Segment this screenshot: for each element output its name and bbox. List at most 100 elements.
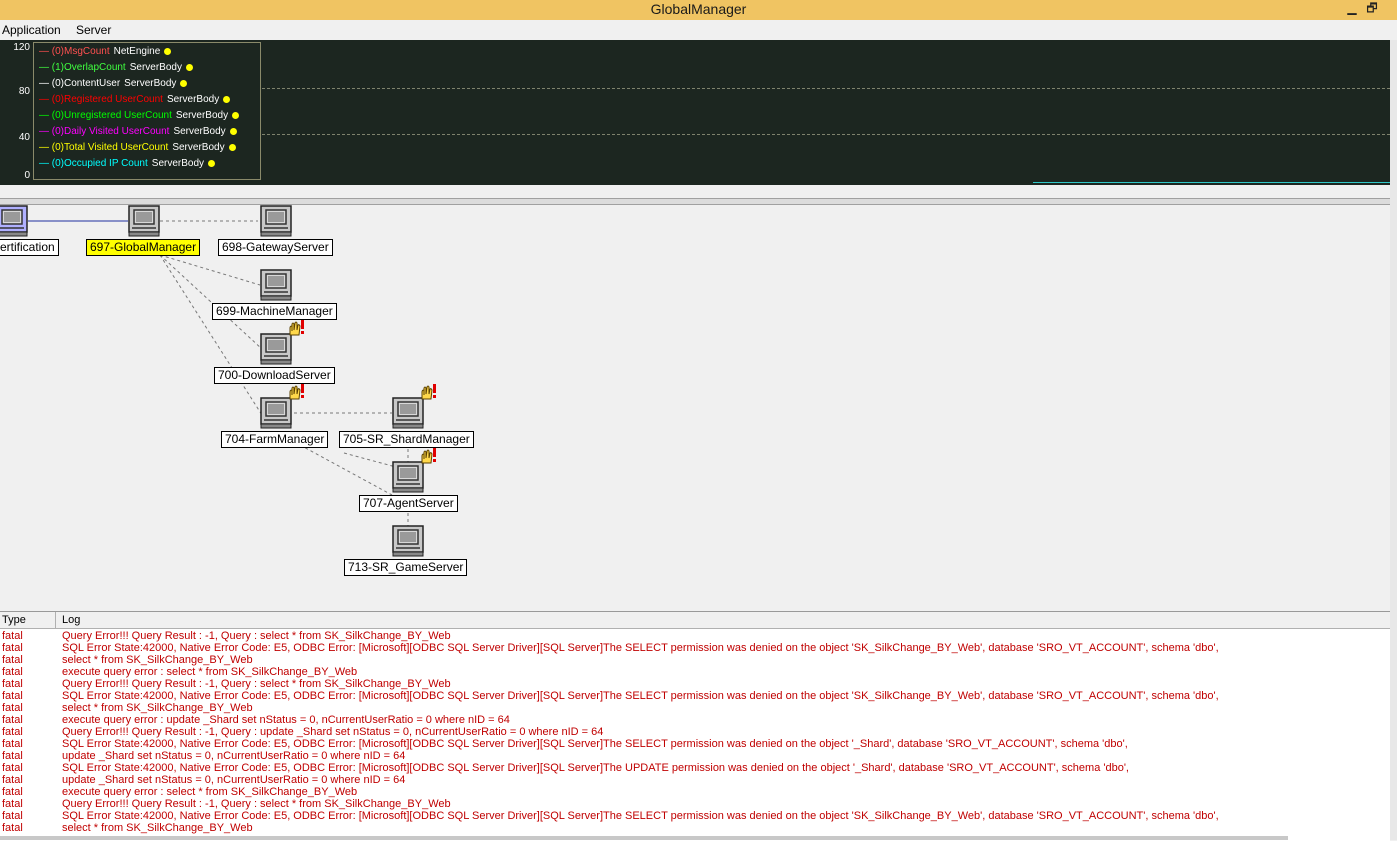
server-node-label[interactable]: 698-GatewayServer xyxy=(218,239,333,256)
log-header: Type Log xyxy=(0,612,1390,629)
menu-server[interactable]: Server xyxy=(76,23,111,37)
column-divider[interactable] xyxy=(55,612,56,628)
edge-gm-fm xyxy=(159,254,263,416)
legend-count: (1) xyxy=(51,62,65,73)
graph-legend: — (0)MsgCount NetEngine — (1)OverlapCount S… xyxy=(33,42,261,180)
server-computer-icon[interactable] xyxy=(260,269,292,301)
legend-source: ServerBody xyxy=(166,94,220,105)
legend-swatch: — xyxy=(39,142,52,153)
legend-label: Total Visited UserCount xyxy=(64,142,169,153)
log-row[interactable]: fatal select * from SK_SilkChange_BY_Web xyxy=(0,654,1390,666)
edge-gm-mm xyxy=(159,254,261,286)
log-message: SQL Error State:42000, Native Error Code… xyxy=(62,690,1219,702)
server-node-label[interactable]: 697-GlobalManager xyxy=(86,239,201,256)
legend-source: ServerBody xyxy=(175,110,229,121)
legend-swatch: — xyxy=(39,94,52,105)
alert-hand-icon xyxy=(289,384,304,400)
log-type: fatal xyxy=(2,642,23,654)
legend-item: — (1)OverlapCount ServerBody xyxy=(39,61,193,75)
legend-swatch: — xyxy=(39,126,52,137)
log-type: fatal xyxy=(2,630,23,642)
status-dot-icon xyxy=(228,143,236,151)
status-dot-icon xyxy=(232,111,240,119)
log-message: Query Error!!! Query Result : -1, Query … xyxy=(62,678,451,690)
legend-source: ServerBody xyxy=(151,158,205,169)
legend-swatch: — xyxy=(39,62,52,73)
log-row[interactable]: fatal select * from SK_SilkChange_BY_Web xyxy=(0,702,1390,714)
log-row[interactable]: fatal execute query error : select * from… xyxy=(0,666,1390,678)
server-node-label[interactable]: 700-DownloadServer xyxy=(214,367,335,384)
right-scrollbar[interactable] xyxy=(1390,40,1397,840)
server-topology: ertification 697-GlobalManager 698-Gateway… xyxy=(0,205,1390,610)
legend-item: — (0)MsgCount NetEngine xyxy=(39,45,172,59)
column-header-type[interactable]: Type xyxy=(2,614,26,626)
legend-item: — (0)Occupied IP Count ServerBody xyxy=(39,157,216,171)
alert-hand-icon xyxy=(421,384,436,400)
log-type: fatal xyxy=(2,762,23,774)
log-row[interactable]: fatal update _Shard set nStatus = 0, nCur… xyxy=(0,774,1390,786)
log-type: fatal xyxy=(2,726,23,738)
log-message: select * from SK_SilkChange_BY_Web xyxy=(62,654,253,666)
log-message: execute query error : select * from SK_S… xyxy=(62,666,358,678)
log-row[interactable]: fatal Query Error!!! Query Result : -1, Q… xyxy=(0,798,1390,810)
legend-item: — (0)ContentUser ServerBody xyxy=(39,77,188,91)
log-row[interactable]: fatal SQL Error State:42000, Native Error… xyxy=(0,690,1390,702)
alert-hand-icon xyxy=(421,448,436,464)
log-type: fatal xyxy=(2,702,23,714)
log-message: execute query error : update _Shard set … xyxy=(62,714,510,726)
grid-line xyxy=(262,134,1390,135)
log-type: fatal xyxy=(2,786,23,798)
server-node-label[interactable]: 699-MachineManager xyxy=(212,303,337,320)
legend-count: (0) xyxy=(51,110,65,121)
log-row[interactable]: fatal execute query error : select * from… xyxy=(0,786,1390,798)
legend-source: ServerBody xyxy=(129,62,182,73)
log-row[interactable]: fatal Query Error!!! Query Result : -1, Q… xyxy=(0,726,1390,738)
log-type: fatal xyxy=(2,666,23,678)
legend-swatch: — xyxy=(39,158,52,169)
legend-item: — (0)Total Visited UserCount ServerBody xyxy=(39,141,236,155)
log-row[interactable]: fatal execute query error : update _Shard… xyxy=(0,714,1390,726)
log-row[interactable]: fatal select * from SK_SilkChange_BY_Web xyxy=(0,822,1390,834)
column-header-log[interactable]: Log xyxy=(62,614,80,626)
menu-application[interactable]: Application xyxy=(2,23,61,37)
log-row[interactable]: fatal Query Error!!! Query Result : -1, Q… xyxy=(0,630,1390,642)
log-row[interactable]: fatal SQL Error State:42000, Native Error… xyxy=(0,762,1390,774)
server-computer-icon[interactable] xyxy=(128,205,160,237)
server-computer-icon[interactable] xyxy=(260,205,292,237)
status-dot-icon xyxy=(164,47,172,55)
log-row[interactable]: fatal SQL Error State:42000, Native Error… xyxy=(0,738,1390,750)
log-message: Query Error!!! Query Result : -1, Query … xyxy=(62,798,451,810)
log-row[interactable]: fatal SQL Error State:42000, Native Error… xyxy=(0,810,1390,822)
log-message: select * from SK_SilkChange_BY_Web xyxy=(62,702,253,714)
log-type: fatal xyxy=(2,714,23,726)
legend-label: Daily Visited UserCount xyxy=(64,126,170,137)
alert-hand-icon xyxy=(289,320,304,336)
server-computer-icon[interactable] xyxy=(392,525,424,557)
status-dot-icon xyxy=(180,79,188,87)
edge-fm-ag xyxy=(299,444,393,496)
legend-count: (0) xyxy=(51,142,65,153)
log-message: SQL Error State:42000, Native Error Code… xyxy=(62,738,1128,750)
status-dot-icon xyxy=(223,95,231,103)
legend-swatch: — xyxy=(39,46,52,57)
log-type: fatal xyxy=(2,690,23,702)
server-node-label[interactable]: 713-SR_GameServer xyxy=(344,559,468,576)
legend-count: (0) xyxy=(51,158,65,169)
splitter[interactable] xyxy=(0,198,1390,205)
legend-item: — (0)Registered UserCount ServerBody xyxy=(39,93,231,107)
window-title: GlobalManager xyxy=(650,1,747,17)
server-node-label[interactable]: 704-FarmManager xyxy=(221,431,329,448)
server-computer-icon[interactable] xyxy=(0,205,28,237)
status-dot-icon xyxy=(229,127,237,135)
log-row[interactable]: fatal Query Error!!! Query Result : -1, Q… xyxy=(0,678,1390,690)
server-node-label[interactable]: ertification xyxy=(0,239,59,256)
title-bar: GlobalManager ▁ 🗗 xyxy=(0,0,1397,20)
server-node-label[interactable]: 705-SR_ShardManager xyxy=(339,431,474,448)
monitor-graph: 120 80 40 0 — (0)MsgCount NetEngine — (1)O… xyxy=(0,40,1390,185)
horizontal-scrollbar[interactable] xyxy=(0,836,1288,840)
server-node-label[interactable]: 707-AgentServer xyxy=(359,495,458,512)
log-row[interactable]: fatal SQL Error State:42000, Native Error… xyxy=(0,642,1390,654)
restore-button[interactable]: 🗗 xyxy=(1360,0,1384,18)
y-tick-0: 0 xyxy=(24,170,30,181)
log-row[interactable]: fatal update _Shard set nStatus = 0, nCur… xyxy=(0,750,1390,762)
